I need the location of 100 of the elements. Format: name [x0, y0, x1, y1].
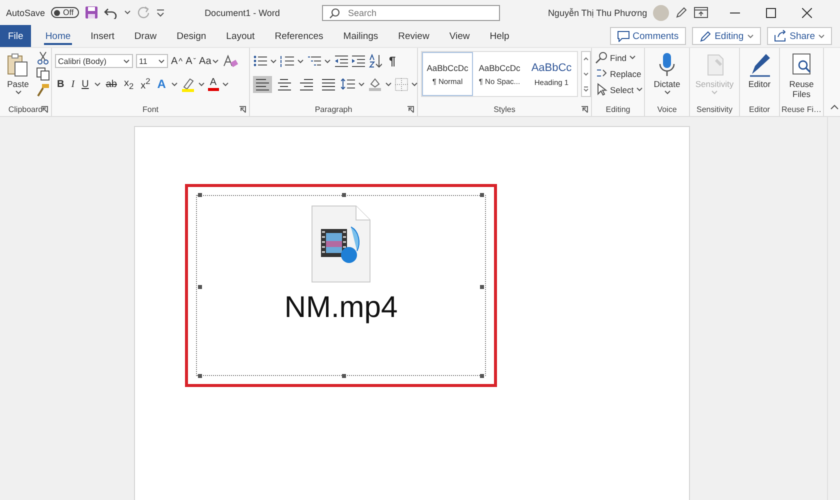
resize-handle[interactable] [480, 285, 484, 289]
maximize-icon[interactable] [766, 8, 776, 18]
video-file-icon [311, 205, 371, 283]
caret-icon[interactable] [746, 34, 754, 38]
change-case-button[interactable]: Aa [199, 56, 220, 66]
caret-icon[interactable] [158, 58, 165, 64]
paste-button[interactable]: Paste [3, 51, 33, 96]
bold-button[interactable]: B [55, 78, 66, 90]
caret-icon[interactable] [14, 90, 22, 95]
font-color-button[interactable]: A [208, 77, 219, 91]
ribbon-tab[interactable]: Home [35, 25, 81, 47]
undo-icon[interactable] [104, 6, 118, 18]
cursor-icon [595, 83, 608, 96]
dictate-button[interactable]: Dictate [648, 51, 686, 96]
numbering-icon[interactable] [280, 55, 294, 67]
customize-icon[interactable] [156, 8, 165, 17]
caret-icon[interactable] [212, 58, 220, 64]
save-icon[interactable] [84, 6, 98, 19]
caret-icon[interactable] [818, 34, 825, 38]
caret-icon[interactable] [636, 87, 643, 92]
group-label: Styles [494, 105, 516, 114]
editing-button[interactable]: Editing [692, 27, 761, 45]
font-name-dropdown[interactable]: Calibri (Body) [55, 54, 133, 68]
copy-icon[interactable] [36, 67, 50, 81]
editor-button[interactable]: Editor [743, 51, 776, 90]
ribbon-tab[interactable]: Insert [80, 25, 124, 47]
caret-icon[interactable] [297, 58, 304, 64]
underline-button[interactable]: U [80, 78, 91, 90]
autosave-toggle[interactable]: Off [51, 7, 79, 18]
caret-icon[interactable] [411, 82, 418, 86]
caret-icon[interactable] [222, 82, 229, 86]
align-left-button[interactable] [253, 76, 272, 92]
share-button[interactable]: Share [766, 27, 832, 45]
caret-icon[interactable] [123, 58, 130, 64]
resize-handle[interactable] [342, 374, 346, 378]
comments-button[interactable]: Comments [610, 27, 686, 45]
caret-icon[interactable] [664, 90, 670, 95]
dialog-launcher-icon[interactable] [41, 106, 48, 113]
resize-handle[interactable] [198, 374, 202, 378]
ribbon-tab[interactable]: View [439, 25, 480, 47]
resize-handle[interactable] [198, 193, 202, 197]
caret-icon[interactable] [124, 10, 131, 15]
caret-icon[interactable] [270, 58, 277, 64]
paintbrush-icon[interactable] [36, 83, 50, 97]
pen-icon[interactable] [675, 6, 688, 19]
dialog-launcher-icon[interactable] [581, 106, 588, 113]
script-button[interactable]: x$_{2}$ [122, 78, 136, 90]
scissors-icon[interactable] [36, 51, 50, 65]
font-size-dropdown[interactable]: 11 [136, 54, 168, 68]
caret-icon[interactable] [324, 58, 331, 64]
resize-handle[interactable] [480, 193, 484, 197]
caret-icon[interactable] [358, 82, 365, 86]
ribbon-display-icon[interactable] [694, 7, 708, 18]
caret-icon[interactable] [628, 55, 636, 60]
gallery-scroll-icon[interactable] [581, 51, 591, 97]
shading-icon[interactable] [368, 77, 382, 91]
ribbon-tab[interactable]: Design [166, 25, 216, 47]
increase-indent-icon[interactable] [351, 55, 365, 67]
ribbon-tab[interactable]: Review [388, 25, 440, 47]
highlighter-icon[interactable] [180, 76, 195, 92]
ribbon-tab[interactable]: References [264, 25, 334, 47]
find-button[interactable]: Find [595, 51, 641, 64]
decrease-indent-icon[interactable] [334, 55, 348, 67]
resize-handle[interactable] [198, 285, 202, 289]
share-icon [774, 30, 787, 42]
bullets-icon[interactable] [253, 55, 267, 67]
search-field[interactable]: Search [322, 4, 500, 20]
resize-handle[interactable] [480, 374, 484, 378]
close-icon[interactable] [802, 8, 812, 18]
group-label: Paragraph [314, 105, 352, 114]
pen-icon [698, 30, 712, 42]
window-title: Document1 - Word [204, 8, 280, 18]
collapse-ribbon-icon[interactable] [830, 104, 839, 110]
resize-handle[interactable] [342, 193, 346, 197]
text-effects-button[interactable]: A [155, 77, 168, 91]
clear-formatting-icon[interactable] [222, 54, 238, 68]
group-label: Clipboard [8, 105, 43, 114]
strikethrough-button[interactable]: ab [104, 78, 119, 90]
caret-icon[interactable] [170, 82, 178, 86]
file-tab[interactable]: File [0, 25, 32, 47]
caret-icon[interactable] [94, 82, 101, 86]
caret-icon[interactable] [385, 82, 392, 86]
replace-button[interactable]: Replace [595, 67, 641, 80]
show-formatting-button[interactable]: ¶ [389, 54, 396, 68]
reuse-files-button[interactable]: Reuse Files [783, 51, 820, 100]
line-spacing-icon[interactable] [341, 78, 355, 90]
italic-button[interactable]: I [69, 78, 77, 90]
ribbon-tab[interactable]: Mailings [333, 25, 388, 47]
select-button[interactable]: Select [595, 83, 641, 96]
sort-icon[interactable] [368, 54, 382, 68]
ribbon-tab[interactable]: Help [480, 25, 520, 47]
ribbon-tab[interactable]: Draw [124, 25, 167, 47]
dialog-launcher-icon[interactable] [407, 106, 414, 113]
embedded-object[interactable]: NM.mp4 [185, 184, 497, 387]
ribbon-tab[interactable]: Layout [216, 25, 265, 47]
dialog-launcher-icon[interactable] [239, 106, 246, 113]
multilevel-list-icon[interactable] [307, 55, 321, 67]
group-label: Reuse Fi… [781, 105, 822, 114]
script-button[interactable]: x$^{2}$ [138, 76, 152, 92]
caret-icon[interactable] [198, 82, 205, 86]
